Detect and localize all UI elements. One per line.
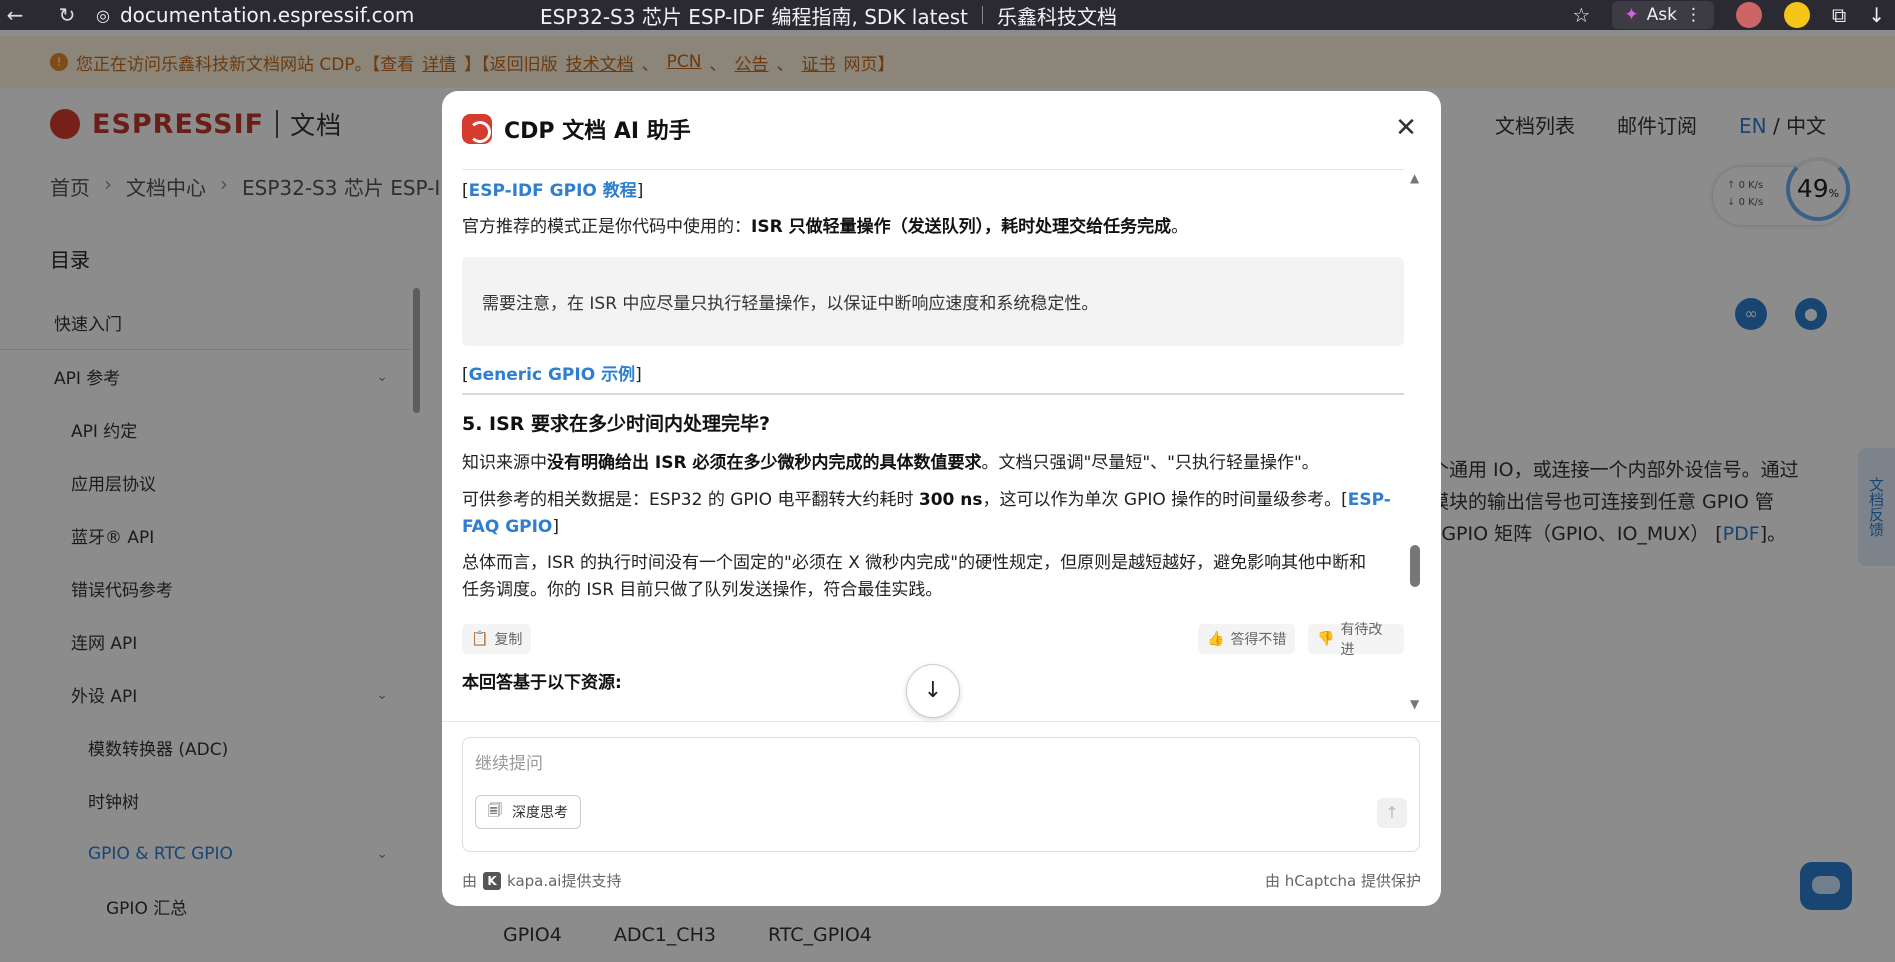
divider — [462, 169, 1404, 170]
answer-line: FAQ GPIO] — [462, 517, 560, 537]
text-run: ，这可以作为单次 GPIO 操作的时间量级参考。[ — [982, 490, 1348, 510]
powered-by-kapa[interactable]: 由 Kkapa.ai提供支持 — [462, 870, 621, 891]
sources-label: 本回答基于以下资源: — [462, 673, 622, 693]
answer-line: 可供参考的相关数据是：ESP32 的 GPIO 电平翻转大约耗时 300 ns，… — [462, 486, 1404, 514]
kapa-logo-icon: K — [483, 871, 502, 890]
browser-actions: ☆ ✦ Ask ⋮ ⧉ ↓ — [1572, 0, 1895, 30]
more-icon[interactable]: ⋮ — [1685, 5, 1702, 25]
generic-gpio-example-link[interactable]: Generic GPIO 示例 — [469, 365, 635, 385]
esp-faq-gpio-link[interactable]: ESP- — [1348, 490, 1391, 510]
browser-toolbar: ← ↻ ◎ documentation.espressif.com ESP32-… — [0, 0, 1895, 30]
thumbs-up-button[interactable]: 👍 答得不错 — [1198, 624, 1296, 654]
send-button[interactable]: ↑ — [1377, 798, 1407, 828]
answer-line: [ESP-IDF GPIO 教程] — [462, 181, 644, 201]
address-text: documentation.espressif.com — [119, 3, 415, 27]
copy-button[interactable]: 📋 复制 — [462, 624, 532, 654]
site-title: 乐鑫科技文档 — [997, 4, 1118, 29]
reload-icon[interactable]: ↻ — [52, 3, 82, 27]
emoji-extension-icon[interactable] — [1783, 2, 1810, 28]
back-icon[interactable]: ← — [0, 3, 30, 27]
title-divider — [982, 6, 984, 24]
espressif-logo-icon — [462, 114, 492, 144]
improve-label: 有待改进 — [1340, 622, 1383, 658]
ask-icon: ✦ — [1624, 5, 1639, 25]
deep-think-label: 深度思考 — [512, 805, 568, 821]
answer-line: 知识来源中没有明确给出 ISR 必须在多少微秒内完成的具体数值要求。文档只强调"… — [462, 449, 1404, 477]
text-run: 知识来源中 — [462, 453, 547, 473]
esp-faq-gpio-link[interactable]: FAQ GPIO — [462, 517, 552, 537]
scroll-to-bottom-button[interactable]: ↓ — [906, 664, 960, 718]
scrollbar-thumb[interactable] — [1410, 545, 1420, 587]
esp-idf-gpio-tutorial-link[interactable]: ESP-IDF GPIO 教程 — [469, 181, 637, 201]
text-run: 官方推荐的模式正是你代码中使用的： — [462, 217, 751, 237]
section-heading: 5. ISR 要求在多少时间内处理完毕? — [462, 413, 771, 435]
hcaptcha-notice[interactable]: 由 hCaptcha 提供保护 — [1265, 870, 1421, 891]
text-bold: 没有明确给出 ISR 必须在多少微秒内完成的具体数值要求 — [547, 453, 982, 473]
ask-button[interactable]: ✦ Ask ⋮ — [1612, 1, 1714, 29]
ai-assistant-dialog: CDP 文档 AI 助手 ✕ [ESP-IDF GPIO 教程] 官方推荐的模式… — [442, 91, 1441, 906]
question-input-box[interactable]: 🗐 深度思考 ↑ — [462, 737, 1420, 852]
arrow-down-icon: ↓ — [923, 678, 943, 703]
question-input[interactable] — [475, 748, 1175, 780]
thumbs-down-button[interactable]: 👎 有待改进 — [1308, 622, 1404, 658]
text-run: 。文档只强调"尽量短"、"只执行轻量操作"。 — [981, 453, 1319, 473]
scroll-up-arrow-icon[interactable]: ▲ — [1410, 171, 1419, 185]
dialog-header: CDP 文档 AI 助手 — [442, 91, 1441, 167]
copy-label: 复制 — [494, 632, 523, 648]
answer-line: 任务调度。你的 ISR 目前只做了队列发送操作，符合最佳实践。 — [462, 580, 943, 600]
close-icon[interactable]: ✕ — [1391, 113, 1421, 143]
bookmark-icon[interactable]: ☆ — [1572, 3, 1590, 27]
downloads-icon[interactable]: ↓ — [1868, 3, 1885, 27]
site-info-icon[interactable]: ◎ — [96, 6, 110, 25]
deep-think-button[interactable]: 🗐 深度思考 — [475, 795, 581, 829]
scroll-down-arrow-icon[interactable]: ▼ — [1410, 697, 1419, 711]
divider — [462, 393, 1404, 395]
answer-content: [ESP-IDF GPIO 教程] 官方推荐的模式正是你代码中使用的：ISR 只… — [462, 169, 1404, 719]
footer-text: kapa.ai提供支持 — [507, 872, 622, 890]
profile-avatar[interactable] — [1735, 2, 1762, 28]
ask-label: Ask — [1646, 5, 1677, 25]
dialog-title: CDP 文档 AI 助手 — [504, 119, 691, 144]
thumbs-up-icon: 👍 — [1207, 631, 1225, 647]
divider — [442, 721, 1441, 722]
answer-actions: 📋 复制 👍 答得不错 👎 有待改进 — [462, 622, 1404, 658]
answer-line: [Generic GPIO 示例] — [462, 365, 642, 385]
answer-line: 官方推荐的模式正是你代码中使用的：ISR 只做轻量操作（发送队列），耗时处理交给… — [462, 213, 1404, 241]
thumbs-down-icon: 👎 — [1317, 631, 1335, 647]
extensions-icon[interactable]: ⧉ — [1832, 3, 1846, 27]
deep-think-icon: 🗐 — [488, 803, 502, 819]
good-label: 答得不错 — [1230, 632, 1287, 648]
text-bold: 300 ns — [918, 490, 983, 510]
quote-text: 需要注意，在 ISR 中应尽量只执行轻量操作，以保证中断响应速度和系统稳定性。 — [482, 294, 1099, 314]
tab-title: ESP32-S3 芯片 ESP-IDF 编程指南, SDK latest — [540, 4, 969, 29]
text-bold: ISR 只做轻量操作（发送队列），耗时处理交给任务完成 — [751, 217, 1172, 237]
text-run: 。 — [1171, 217, 1189, 237]
address-bar[interactable]: ◎ documentation.espressif.com — [96, 0, 414, 30]
text-run: 可供参考的相关数据是：ESP32 的 GPIO 电平翻转大约耗时 — [462, 490, 919, 510]
arrow-up-icon: ↑ — [1385, 803, 1399, 822]
footer-prefix: 由 — [462, 872, 478, 890]
answer-scrollbar[interactable]: ▲ ▼ — [1404, 169, 1426, 719]
answer-line: 总体而言，ISR 的执行时间没有一个固定的"必须在 X 微秒内完成"的硬性规定，… — [462, 553, 1367, 573]
quote-block: 需要注意，在 ISR 中应尽量只执行轻量操作，以保证中断响应速度和系统稳定性。 — [462, 257, 1404, 346]
clipboard-icon: 📋 — [471, 631, 489, 647]
page-title-bar: ESP32-S3 芯片 ESP-IDF 编程指南, SDK latest 乐鑫科… — [540, 0, 1117, 30]
